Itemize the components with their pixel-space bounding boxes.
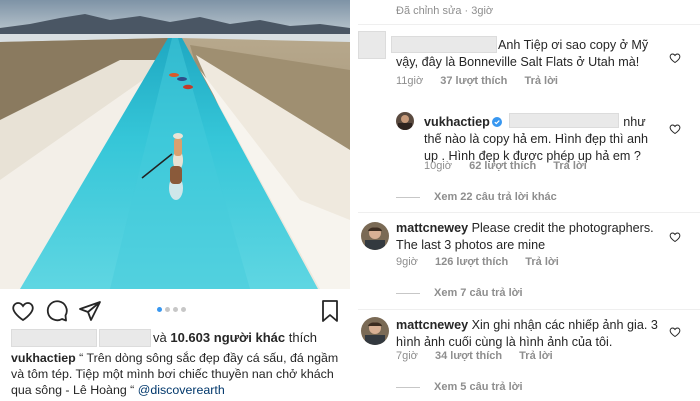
mattcnewey-avatar[interactable] (361, 317, 389, 345)
post-panel: và 10.603 người khác thích vukhactiep “ … (0, 0, 350, 401)
blurred-username (99, 329, 151, 347)
comment-2-text: vukhactiep như thế nào là copy hả em. Hì… (424, 111, 664, 165)
comment-icon[interactable] (45, 299, 69, 323)
comment-2-likes[interactable]: 62 lượt thích (469, 160, 536, 172)
comments-separator (358, 212, 700, 213)
likes-summary[interactable]: và 10.603 người khác thích (153, 327, 317, 349)
salt-flats-canal-image (0, 0, 350, 289)
panel-divider (350, 0, 358, 401)
comment-1-like-icon[interactable] (669, 52, 681, 64)
carousel-dot (165, 307, 170, 312)
comment-4-username[interactable]: mattcnewey (396, 318, 468, 332)
blurred-mention (509, 113, 620, 128)
share-icon[interactable] (78, 299, 102, 323)
replies-line (396, 292, 420, 294)
edited-timestamp: Đã chỉnh sửa · 3giờ (396, 5, 494, 17)
comment-3-username[interactable]: mattcnewey (396, 221, 468, 235)
comment-3-like-icon[interactable] (669, 231, 681, 243)
mattcnewey-avatar[interactable] (361, 222, 389, 250)
caption-username[interactable]: vukhactiep (11, 351, 76, 365)
view-more-replies-1-label: Xem 22 câu trả lời khác (434, 191, 557, 203)
comment-2-username[interactable]: vukhactiep (424, 115, 490, 129)
view-more-replies-1[interactable]: Xem 22 câu trả lời khác (396, 191, 557, 203)
comment-1-time: 11giờ (396, 75, 424, 87)
comment-3-time: 9giờ (396, 256, 418, 268)
view-more-replies-2-label: Xem 7 câu trả lời (434, 287, 523, 299)
caption-mention-link[interactable]: @discoverearth (138, 383, 225, 397)
comments-panel: Đã chỉnh sửa · 3giờ Anh Tiệp ơi sao copy… (358, 0, 700, 401)
comment-1-likes[interactable]: 37 lượt thích (440, 75, 507, 87)
comment-2-time: 10giờ (424, 160, 453, 172)
comment-4-like-icon[interactable] (669, 326, 681, 338)
blurred-avatar (358, 31, 386, 59)
carousel-dot (173, 307, 178, 312)
comment-3-text: mattcnewey Please credit the photographe… (396, 220, 666, 254)
comment-2-like-icon[interactable] (669, 123, 681, 135)
comment-3-likes[interactable]: 126 lượt thích (435, 256, 508, 268)
carousel-dot (181, 307, 186, 312)
verified-badge-icon (491, 117, 502, 127)
comment-3-reply-button[interactable]: Trả lời (525, 256, 559, 268)
blurred-username (11, 329, 97, 347)
view-more-replies-3[interactable]: Xem 5 câu trả lời (396, 381, 523, 393)
heart-icon[interactable] (11, 299, 35, 323)
likes-row: và 10.603 người khác thích (11, 327, 346, 349)
comments-separator (358, 24, 700, 25)
replies-line (396, 196, 420, 198)
comment-4-time: 7giờ (396, 350, 418, 362)
view-more-replies-3-label: Xem 5 câu trả lời (434, 381, 523, 393)
comment-2-reply-button[interactable]: Trả lời (553, 160, 587, 172)
comment-4-meta: 7giờ 34 lượt thích Trả lời (396, 350, 567, 362)
likes-others: người khác (213, 330, 286, 345)
likes-prefix: và (153, 330, 167, 345)
post-photo[interactable] (0, 0, 350, 289)
comment-2-meta: 10giờ 62 lượt thích Trả lời (424, 160, 601, 172)
vukhactiep-avatar[interactable] (396, 112, 414, 130)
comment-1-reply-button[interactable]: Trả lời (524, 75, 558, 87)
comment-1-meta: 11giờ 37 lượt thích Trả lời (396, 75, 572, 87)
comment-3-meta: 9giờ 126 lượt thích Trả lời (396, 256, 573, 268)
bookmark-icon[interactable] (318, 299, 342, 323)
comment-1-text: Anh Tiệp ơi sao copy ở Mỹ vậy, đây là Bo… (396, 38, 649, 69)
comment-4-likes[interactable]: 34 lượt thích (435, 350, 502, 362)
comments-separator (358, 309, 700, 310)
carousel-dot (157, 307, 162, 312)
post-actions (0, 289, 350, 327)
post-caption: vukhactiep “ Trên dòng sông sắc đẹp đầy … (11, 350, 347, 398)
likes-action: thích (288, 330, 317, 345)
view-more-replies-2[interactable]: Xem 7 câu trả lời (396, 287, 523, 299)
likes-count: 10.603 (170, 330, 211, 345)
replies-line (396, 386, 420, 388)
comment-4-text: mattcnewey Xin ghi nhận các nhiếp ảnh gi… (396, 317, 666, 351)
comment-4-reply-button[interactable]: Trả lời (519, 350, 553, 362)
